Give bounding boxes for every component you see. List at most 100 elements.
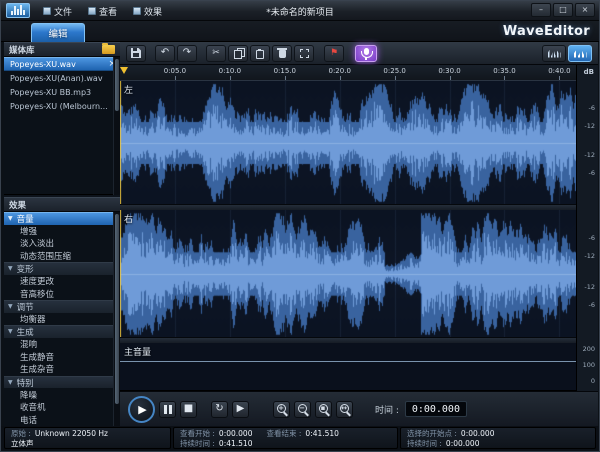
effects-item[interactable]: 增强 — [4, 225, 120, 238]
delete-button[interactable] — [272, 45, 292, 62]
zoom-in-button[interactable]: + — [273, 401, 290, 418]
db-scale-label: -12 — [584, 123, 595, 130]
db-unit-label: dB — [584, 68, 594, 76]
editor-main: ↶ ↷ ✂ ⚑ 0:05.00:10.00:15.00:20.00:25.00:30.… — [120, 42, 598, 426]
volume-envelope-line[interactable] — [120, 361, 576, 362]
ruler-tick — [504, 76, 505, 80]
effects-item[interactable]: 混响 — [4, 338, 120, 351]
media-list-scrollbar[interactable] — [113, 57, 120, 195]
effects-group[interactable]: ▼生成 — [4, 325, 120, 338]
media-item-label: Popeyes-XU (Melbourn... — [10, 102, 108, 111]
media-list-item[interactable]: Popeyes-XU BB.mp3 — [4, 85, 120, 99]
cut-button[interactable]: ✂ — [206, 45, 226, 62]
loop-button[interactable]: ↻ — [211, 401, 228, 418]
zoom-out-button[interactable]: − — [294, 401, 311, 418]
save-button[interactable] — [126, 45, 146, 62]
fx-item-label: 增强 — [20, 225, 37, 237]
menu-item-2[interactable]: 效果 — [125, 1, 170, 21]
effects-item[interactable]: 淡入淡出 — [4, 237, 120, 250]
menu-item-1[interactable]: 查看 — [80, 1, 125, 21]
record-button[interactable] — [355, 45, 377, 62]
effects-item[interactable]: 均衡器 — [4, 313, 120, 326]
copy-button[interactable] — [228, 45, 248, 62]
tab-edit[interactable]: 编辑 — [31, 23, 85, 42]
timeline-ruler[interactable]: 0:05.00:10.00:15.00:20.00:25.00:30.00:35… — [120, 65, 576, 81]
effects-item[interactable]: 动态范围压缩 — [4, 250, 120, 263]
open-folder-icon[interactable] — [102, 45, 115, 54]
waveform-right-channel[interactable]: 右 — [120, 210, 576, 338]
pause-icon — [164, 405, 172, 414]
effects-item[interactable]: 生成静音 — [4, 351, 120, 364]
db-scale: dB-6-12-12-6-6-12-12-62001000 — [576, 65, 598, 391]
menubar: 文件查看 效果 — [35, 1, 170, 21]
zoom-selection-button[interactable]: ▪ — [315, 401, 332, 418]
fx-item-label: 音高移位 — [20, 288, 54, 300]
window-controls: – □ × — [531, 3, 595, 17]
scrollbar-thumb[interactable] — [115, 214, 119, 404]
effects-item[interactable]: 收音机 — [4, 401, 120, 414]
master-volume-label: 主音量 — [124, 345, 151, 358]
loop-icon: ↻ — [215, 404, 223, 414]
stop-icon: ■ — [184, 404, 193, 414]
playhead-marker[interactable] — [120, 67, 128, 74]
minimize-button[interactable]: – — [531, 3, 551, 17]
effects-item[interactable]: 音高移位 — [4, 288, 120, 301]
volume-scale-label: 100 — [583, 362, 595, 369]
titlebar: 文件查看效果 *未命名的新项目 – □ × — [1, 1, 599, 21]
trim-button[interactable] — [294, 45, 314, 62]
levels-view-button[interactable] — [568, 45, 592, 62]
chevron-down-icon: ▼ — [8, 304, 13, 310]
effects-list-scrollbar[interactable] — [113, 212, 120, 426]
effects-item[interactable]: 生成杂音 — [4, 363, 120, 376]
fx-group-label: 特别 — [17, 377, 34, 389]
toolbar: ↶ ↷ ✂ ⚑ — [120, 42, 598, 65]
maximize-button[interactable]: □ — [553, 3, 573, 17]
redo-icon: ↷ — [183, 48, 191, 58]
paste-button[interactable] — [250, 45, 270, 62]
cut-icon: ✂ — [212, 49, 220, 58]
transport-bar: ▶■↻▶+−▪↔ 时间 : 0:00.000 — [120, 391, 598, 426]
ruler-tick — [230, 76, 231, 80]
media-list-item[interactable]: Popeyes-XU (Melbourn... — [4, 99, 120, 113]
media-item-label: Popeyes-XU.wav — [10, 60, 76, 69]
effects-item[interactable]: 降噪 — [4, 388, 120, 401]
pause-button[interactable] — [159, 401, 176, 418]
ruler-tick-label: 0:35.0 — [493, 67, 515, 75]
waveform-view-button[interactable] — [542, 45, 566, 62]
undo-icon: ↶ — [161, 48, 169, 58]
fx-group-label: 变形 — [17, 263, 34, 275]
view-info-panel: 查看开始 : 0:00.000 查看结束 : 0:41.510 持续时间 : 0… — [173, 427, 398, 449]
effects-group[interactable]: ▼音量 — [4, 212, 120, 225]
master-volume-track[interactable]: 主音量 — [120, 343, 576, 391]
media-list-item[interactable]: Popeyes-XU(Anan).wav — [4, 71, 120, 85]
menu-label: 效果 — [144, 5, 162, 18]
stop-button[interactable]: ■ — [180, 401, 197, 418]
zoom-full-button[interactable]: ↔ — [336, 401, 353, 418]
effects-list: ▼音量增强淡入淡出动态范围压缩 ▼ 变形速度更改音高移位▼调节均衡器▼生成混响生成静… — [4, 212, 120, 426]
media-list-item[interactable]: Popeyes-XU.wav× — [4, 57, 120, 71]
effects-group[interactable]: ▼调节 — [4, 300, 120, 313]
effects-item[interactable]: 速度更改 — [4, 275, 120, 288]
bookmark-button[interactable]: ⚑ — [324, 45, 344, 62]
time-display: 0:00.000 — [405, 401, 467, 417]
waveform-left-channel[interactable]: 左 — [120, 81, 576, 205]
undo-button[interactable]: ↶ — [155, 45, 175, 62]
effects-group[interactable]: ▼ 变形 — [4, 262, 120, 275]
menu-icon — [88, 7, 96, 15]
menu-item-0[interactable]: 文件 — [35, 1, 80, 21]
fx-item-label: 混响 — [20, 338, 37, 350]
menu-icon — [43, 7, 51, 15]
db-scale-label: -12 — [584, 253, 595, 260]
scrollbar-thumb[interactable] — [115, 59, 119, 111]
play-selection-button[interactable]: ▶ — [232, 401, 249, 418]
view-start-value: 0:00.000 — [219, 429, 253, 438]
close-button[interactable]: × — [575, 3, 595, 17]
effects-item[interactable]: 电话 — [4, 414, 120, 427]
selection-duration-value: 0:00.000 — [446, 439, 480, 448]
redo-button[interactable]: ↷ — [177, 45, 197, 62]
effects-group[interactable]: ▼特别 — [4, 376, 120, 389]
fx-item-label: 淡入淡出 — [20, 237, 54, 249]
chevron-down-icon: ▼ — [8, 266, 13, 272]
microphone-icon — [364, 48, 369, 55]
play-button[interactable]: ▶ — [128, 396, 155, 423]
